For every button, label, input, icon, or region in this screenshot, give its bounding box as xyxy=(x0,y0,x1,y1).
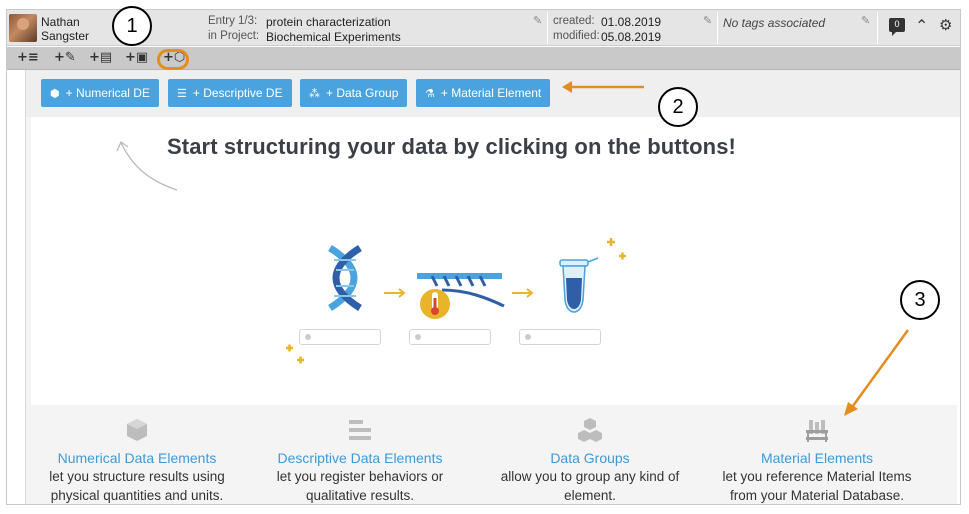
add-data-group-button[interactable]: ⁂ + Data Group xyxy=(300,79,408,107)
button-label: + Material Element xyxy=(440,86,542,100)
arrow-right-icon xyxy=(512,288,534,298)
divider xyxy=(547,12,548,44)
annotation-arrow-left-icon xyxy=(562,81,644,93)
feature-desc-line: from your Material Database. xyxy=(729,488,905,503)
add-image-button[interactable]: +▣ xyxy=(125,50,148,66)
arrow-right-icon xyxy=(384,288,406,298)
project-name[interactable]: Biochemical Experiments xyxy=(266,30,401,44)
user-first-name: Nathan xyxy=(41,15,80,29)
add-text-button[interactable]: +≡ xyxy=(17,50,39,66)
entry-title[interactable]: protein characterization xyxy=(266,15,391,29)
toolbar-highlight-ring xyxy=(157,49,189,70)
feature-desc-line: physical quantities and units. xyxy=(50,488,224,503)
feature-desc-line: allow you to group any kind of xyxy=(500,469,680,484)
feature-title: Data Groups xyxy=(550,450,630,466)
feature-title: Descriptive Data Elements xyxy=(277,450,443,466)
divider xyxy=(717,12,718,44)
add-tool-button[interactable]: +✎ xyxy=(54,50,76,66)
feature-descriptive: Descriptive Data Elements let you regist… xyxy=(250,405,470,504)
gear-icon[interactable]: ⚙ xyxy=(939,16,952,34)
comment-icon[interactable]: 0 xyxy=(889,18,905,36)
divider xyxy=(877,12,878,44)
empty-state-headline: Start structuring your data by clicking … xyxy=(167,134,736,159)
project-label: in Project: xyxy=(208,30,260,42)
add-table-button[interactable]: +▤ xyxy=(89,50,112,66)
dna-icon xyxy=(328,245,362,311)
cubes-icon: ⁂ xyxy=(309,88,320,100)
collapse-chevron-up-icon[interactable]: ⌃ xyxy=(915,16,928,36)
feature-desc-line: qualitative results. xyxy=(305,488,415,503)
button-label: + Data Group xyxy=(326,86,399,100)
cubes-icon xyxy=(578,418,602,442)
annotation-arrow-diagonal-icon xyxy=(844,329,910,416)
edit-dates-pencil-icon[interactable]: ✎ xyxy=(703,16,714,27)
feature-material: Material Elements let you reference Mate… xyxy=(707,405,927,504)
user-name: Nathan Sangster xyxy=(41,15,89,43)
tags-text: No tags associated xyxy=(723,16,826,30)
callout-2: 2 xyxy=(658,87,698,127)
feature-title: Material Elements xyxy=(760,450,874,466)
add-numerical-de-button[interactable]: ⬢ + Numerical DE xyxy=(41,79,159,107)
comment-count: 0 xyxy=(894,19,900,29)
avatar[interactable] xyxy=(9,14,37,42)
button-label: + Descriptive DE xyxy=(192,86,283,100)
placeholder-field xyxy=(299,329,381,345)
callout-1: 1 xyxy=(112,6,152,46)
placeholder-field xyxy=(409,329,491,345)
workflow-illustration xyxy=(286,238,626,364)
feature-desc-line: element. xyxy=(564,488,616,503)
protein-thermometer-icon xyxy=(417,273,505,319)
feature-desc-line: let you reference Material Items xyxy=(722,469,912,484)
placeholder-field xyxy=(519,329,601,345)
element-toolbar: +≡ +✎ +▤ +▣ +⬡ xyxy=(7,47,960,70)
feature-descriptions: Numerical Data Elements let you structur… xyxy=(27,405,957,504)
callout-3: 3 xyxy=(900,280,940,320)
feature-data-groups: Data Groups allow you to group any kind … xyxy=(480,405,700,504)
created-label: created: xyxy=(553,15,595,27)
edit-tags-pencil-icon[interactable]: ✎ xyxy=(861,16,872,27)
feature-title: Numerical Data Elements xyxy=(57,450,217,466)
entry-label: Entry 1/3: xyxy=(208,15,258,27)
add-material-element-button[interactable]: ⚗ + Material Element xyxy=(416,79,551,107)
entry-panel: Nathan Sangster Entry 1/3: protein chara… xyxy=(6,9,961,505)
test-tube-icon xyxy=(559,257,599,313)
created-date: 01.08.2019 xyxy=(601,15,662,29)
add-descriptive-de-button[interactable]: ☰ + Descriptive DE xyxy=(168,79,292,107)
feature-desc-line: let you structure results using xyxy=(49,469,225,484)
cube-icon xyxy=(127,419,147,441)
feature-numerical: Numerical Data Elements let you structur… xyxy=(27,405,247,504)
lab-rack-icon xyxy=(806,420,828,442)
user-last-name: Sangster xyxy=(41,29,90,43)
bars-icon: ☰ xyxy=(177,88,187,100)
modified-date: 05.08.2019 xyxy=(601,30,662,44)
data-element-buttons: ⬢ + Numerical DE ☰ + Descriptive DE ⁂ + Dat… xyxy=(26,70,960,117)
lab-icon: ⚗ xyxy=(425,88,435,100)
feature-desc-line: let you register behaviors or xyxy=(276,469,444,484)
button-label: + Numerical DE xyxy=(65,86,150,100)
modified-label: modified: xyxy=(553,30,600,42)
edit-entry-pencil-icon[interactable]: ✎ xyxy=(533,16,544,27)
bars-icon xyxy=(349,420,371,440)
cube-icon: ⬢ xyxy=(50,88,60,100)
